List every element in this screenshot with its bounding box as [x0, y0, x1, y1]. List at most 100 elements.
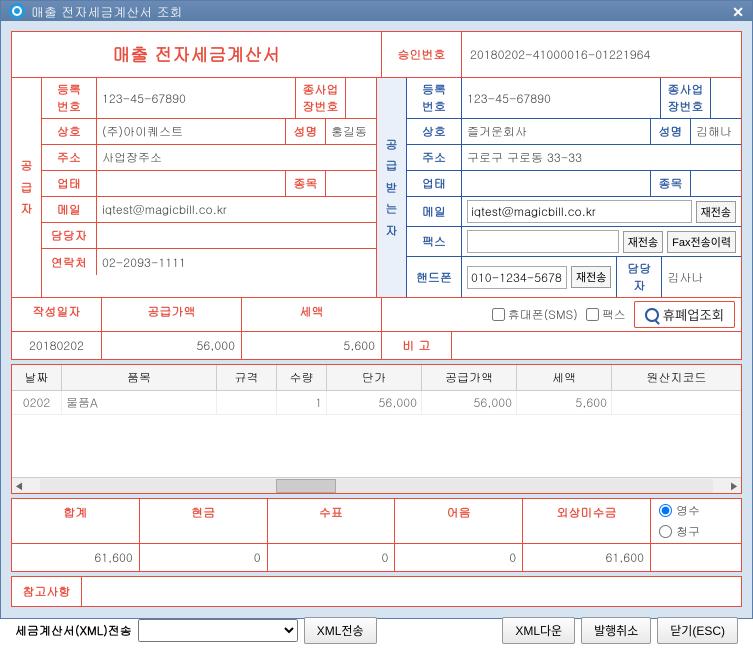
horizontal-scrollbar[interactable]: ◀ ▶ — [12, 477, 741, 493]
supplier-name: (주)아이퀘스트 — [97, 119, 286, 144]
cell-qty: 1 — [277, 391, 327, 414]
table-row[interactable]: 0202 물품A 1 56,000 56,000 5,600 — [12, 391, 741, 415]
scroll-left-icon[interactable]: ◀ — [12, 479, 26, 493]
supplier-regno: 123-45-67890 — [97, 78, 296, 118]
cash-value: 0 — [140, 544, 268, 571]
supplier-ceo: 홍길동 — [326, 119, 376, 144]
summary-values: 20180202 56,000 5,600 비 고 — [12, 331, 741, 359]
app-window: 매출 전자세금계산서 조회 ✕ 매출 전자세금계산서 승인번호 20180202… — [0, 0, 753, 619]
xml-download-button[interactable]: XML다운 — [502, 617, 575, 644]
date-label: 작성일자 — [12, 298, 102, 331]
fax-history-button[interactable]: Fax전송이력 — [667, 231, 736, 253]
cell-item: 물품A — [62, 391, 217, 414]
cell-supply: 56,000 — [422, 391, 517, 414]
business-status-lookup-button[interactable]: 휴폐업조회 — [634, 301, 735, 328]
supplier-subbiz-label: 종사업 장번호 — [296, 78, 346, 118]
col-item: 품목 — [62, 365, 217, 390]
supplier-addr: 사업장주소 — [97, 145, 376, 170]
check-value: 0 — [268, 544, 396, 571]
buyer-mgr-label: 담당자 — [617, 257, 662, 297]
supplier-email: iqtest@magicbill.co.kr — [97, 197, 376, 222]
col-tax: 세액 — [517, 365, 612, 390]
note-label: 어음 — [395, 499, 523, 543]
sum-value: 61,600 — [12, 544, 140, 571]
xml-send-button[interactable]: XML전송 — [304, 617, 377, 644]
fax-checkbox[interactable]: 팩스 — [586, 306, 626, 323]
buyer-addr-label: 주소 — [407, 145, 462, 170]
buyer-regno: 123-45-67890 — [462, 78, 661, 118]
col-price: 단가 — [327, 365, 422, 390]
buyer-email-input[interactable] — [467, 200, 692, 223]
summary-header: 작성일자 공급가액 세액 휴대폰(SMS) 팩스 휴폐업조회 — [12, 297, 741, 331]
supplier-contact-label: 연락처 — [42, 249, 97, 275]
xml-recipient-select[interactable] — [138, 619, 298, 642]
supplier-biztype-label: 업태 — [42, 171, 97, 196]
cell-origin — [612, 391, 741, 414]
buyer-block: 공 급 받 는 자 등록 번호 123-45-67890 종사업 장번호 상호 … — [376, 78, 741, 297]
buyer-fax-label: 팩스 — [407, 227, 462, 256]
parties-section: 공 급 자 등록 번호 123-45-67890 종사업 장번호 상호 (주)아… — [12, 78, 741, 297]
cell-spec — [217, 391, 277, 414]
search-icon — [645, 308, 659, 322]
buyer-ceo: 김해나 — [691, 119, 741, 144]
app-icon — [9, 3, 25, 19]
approval-no-label: 승인번호 — [382, 32, 462, 77]
col-qty: 수량 — [277, 365, 327, 390]
tax-label: 세액 — [242, 298, 382, 331]
buyer-vlabel: 공 급 받 는 자 — [377, 78, 407, 297]
supplier-name-label: 상호 — [42, 119, 97, 144]
cell-tax: 5,600 — [517, 391, 612, 414]
buyer-bizitem — [691, 171, 741, 196]
buyer-fax-input[interactable] — [467, 230, 619, 253]
footer-toolbar: 세금계산서(XML)전송 XML전송 XML다운 발행취소 닫기(ESC) — [11, 611, 742, 650]
fax-resend-button[interactable]: 재전송 — [623, 231, 663, 253]
titlebar: 매출 전자세금계산서 조회 ✕ — [1, 1, 752, 21]
scroll-right-icon[interactable]: ▶ — [727, 479, 741, 493]
receipt-radio[interactable]: 영수 — [659, 502, 733, 519]
close-icon[interactable]: ✕ — [732, 1, 744, 21]
sms-checkbox[interactable]: 휴대폰(SMS) — [492, 306, 578, 323]
tax-value: 5,600 — [242, 332, 382, 359]
buyer-bizitem-label: 종목 — [651, 171, 691, 196]
items-grid: 날짜 품목 규격 수량 단가 공급가액 세액 원산지코드 0202 물품A 1 … — [11, 364, 742, 494]
supplier-subbiz — [346, 78, 376, 118]
check-label: 수표 — [268, 499, 396, 543]
supplier-biztype — [97, 171, 286, 196]
claim-radio[interactable]: 청구 — [659, 523, 733, 540]
supply-label: 공급가액 — [102, 298, 242, 331]
buyer-regno-label: 등록 번호 — [407, 78, 462, 118]
close-button[interactable]: 닫기(ESC) — [657, 617, 738, 644]
buyer-mobile-label: 핸드폰 — [407, 257, 462, 297]
remark-label: 비 고 — [382, 332, 452, 359]
buyer-mobile-input[interactable] — [467, 266, 567, 289]
grid-body: 0202 물품A 1 56,000 56,000 5,600 — [12, 391, 741, 477]
mobile-resend-button[interactable]: 재전송 — [571, 266, 611, 288]
date-value: 20180202 — [12, 332, 102, 359]
note-value: 0 — [395, 544, 523, 571]
supplier-vlabel: 공 급 자 — [12, 78, 42, 297]
window-title: 매출 전자세금계산서 조회 — [31, 2, 183, 21]
note-value — [82, 577, 741, 606]
cancel-issue-button[interactable]: 발행취소 — [581, 617, 651, 644]
supplier-ceo-label: 성명 — [286, 119, 326, 144]
buyer-subbiz — [711, 78, 741, 118]
col-origin: 원산지코드 — [612, 365, 741, 390]
cell-price: 56,000 — [327, 391, 422, 414]
cash-label: 현금 — [140, 499, 268, 543]
supplier-regno-label: 등록 번호 — [42, 78, 97, 118]
buyer-addr: 구로구 구로동 33-33 — [462, 145, 741, 170]
email-resend-button[interactable]: 재전송 — [696, 201, 736, 223]
buyer-email-label: 메일 — [407, 197, 462, 226]
col-spec: 규격 — [217, 365, 277, 390]
sum-label: 합계 — [12, 499, 140, 543]
supplier-bizitem-label: 종목 — [286, 171, 326, 196]
supply-value: 56,000 — [102, 332, 242, 359]
buyer-name-label: 상호 — [407, 119, 462, 144]
buyer-ceo-label: 성명 — [651, 119, 691, 144]
scroll-thumb[interactable] — [276, 479, 336, 493]
cell-date: 0202 — [12, 391, 62, 414]
col-supply: 공급가액 — [422, 365, 517, 390]
buyer-mgr: 김사나 — [662, 257, 741, 297]
note-label: 참고사항 — [12, 577, 82, 606]
supplier-contact: 02-2093-1111 — [97, 249, 376, 275]
